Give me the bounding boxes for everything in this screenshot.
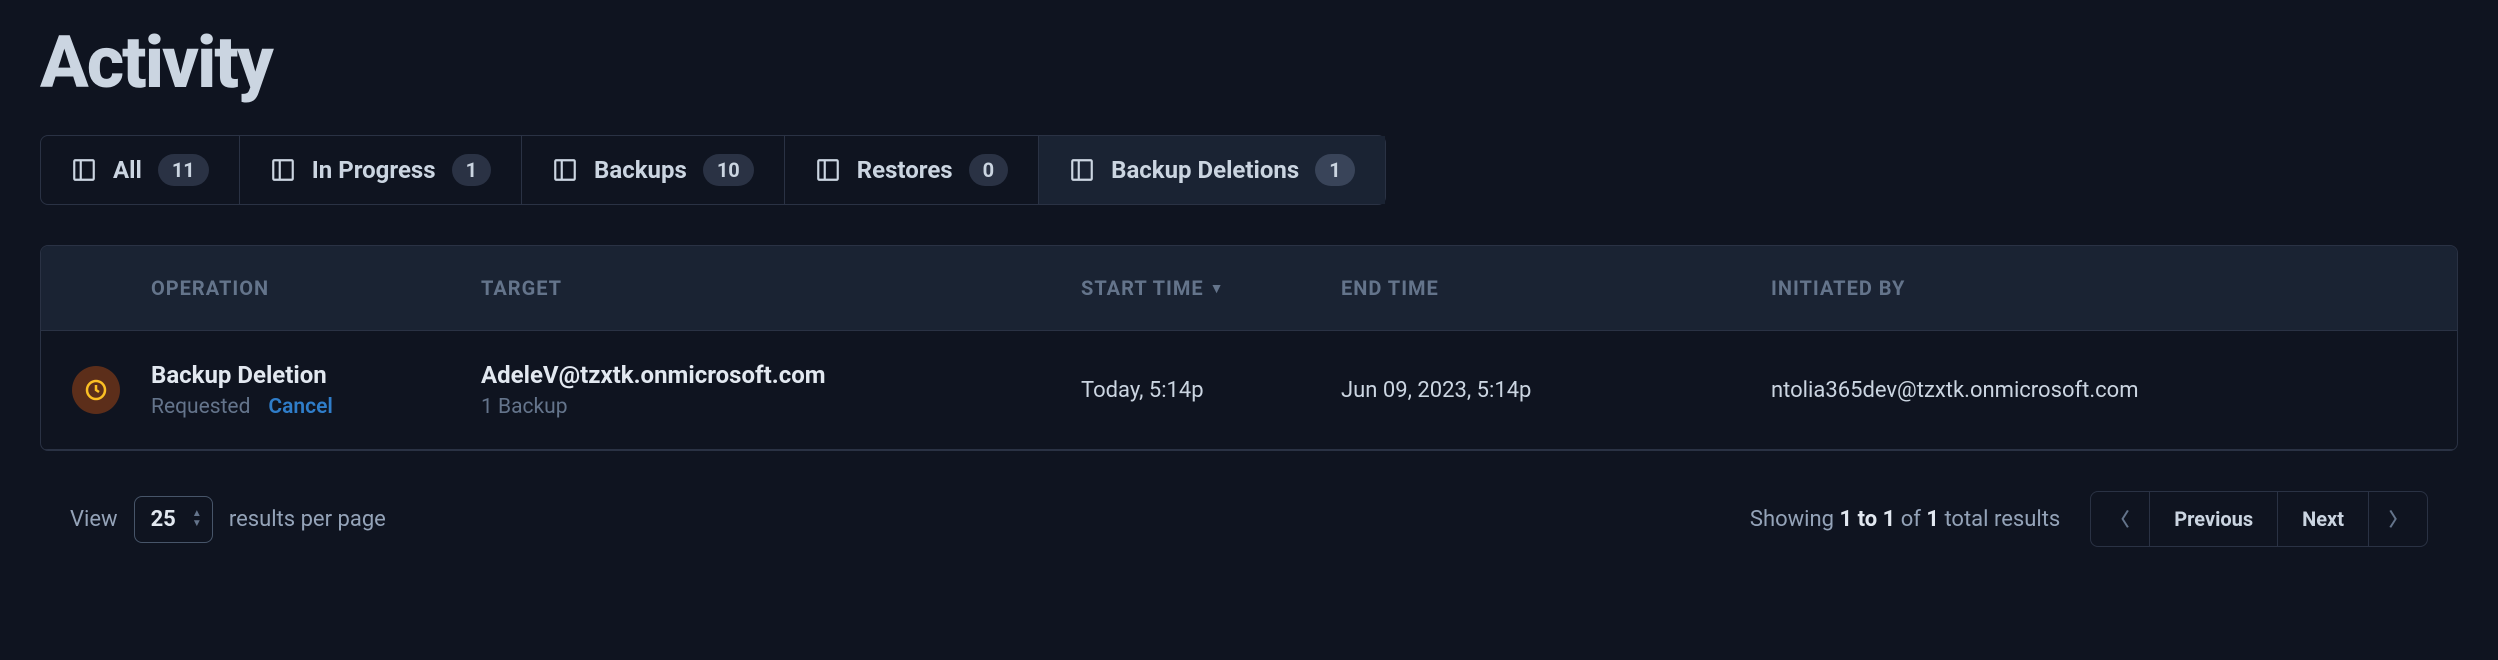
tab-all[interactable]: All 11 (41, 136, 240, 204)
col-end-time[interactable]: END TIME (1341, 276, 1771, 300)
tab-label: In Progress (312, 156, 436, 184)
page-size-value: 25 (151, 507, 176, 532)
next-button[interactable]: Next (2278, 492, 2369, 546)
prev-button[interactable]: Previous (2150, 492, 2278, 546)
tab-badge: 1 (452, 154, 491, 186)
tab-in-progress[interactable]: In Progress 1 (240, 136, 522, 204)
page-title: Activity (40, 20, 2458, 105)
status-icon-cell (41, 366, 151, 414)
target-cell: AdeleV@tzxtk.onmicrosoft.com 1 Backup (481, 361, 1081, 419)
chevron-right-icon: 〉 (2389, 506, 2407, 532)
layout-icon (270, 157, 296, 183)
col-target[interactable]: TARGET (481, 276, 1081, 300)
activity-table: OPERATION TARGET START TIME ▼ END TIME I… (40, 245, 2458, 451)
chevron-left-icon: 〈 (2111, 506, 2129, 532)
cancel-link[interactable]: Cancel (268, 395, 332, 419)
tab-badge: 11 (158, 154, 209, 186)
target-sub: 1 Backup (481, 395, 1081, 419)
end-time-cell: Jun 09, 2023, 5:14p (1341, 378, 1771, 403)
pagination: 〈 Previous Next 〉 (2090, 491, 2428, 547)
results-summary: Showing 1 to 1 of 1 total results (1750, 507, 2060, 532)
start-time-cell: Today, 5:14p (1081, 378, 1341, 403)
layout-icon (1069, 157, 1095, 183)
tab-backups[interactable]: Backups 10 (522, 136, 785, 204)
next-icon-button[interactable]: 〉 (2369, 492, 2427, 546)
layout-icon (552, 157, 578, 183)
tab-badge: 10 (703, 154, 754, 186)
status-pending-icon (72, 366, 120, 414)
table-footer: View 25 ▲▼ results per page Showing 1 to… (40, 491, 2458, 547)
initiated-by-cell: ntolia365dev@tzxtk.onmicrosoft.com (1771, 378, 2457, 403)
table-header: OPERATION TARGET START TIME ▼ END TIME I… (41, 246, 2457, 331)
tab-backup-deletions[interactable]: Backup Deletions 1 (1039, 136, 1385, 204)
col-operation[interactable]: OPERATION (151, 276, 481, 300)
view-controls: View 25 ▲▼ results per page (70, 496, 386, 543)
col-start-time-label: START TIME (1081, 276, 1204, 300)
tab-label: Backups (594, 156, 687, 184)
footer-right: Showing 1 to 1 of 1 total results 〈 Prev… (1750, 491, 2428, 547)
results-per-page-label: results per page (229, 507, 386, 532)
tab-badge: 1 (1315, 154, 1354, 186)
operation-status: Requested (151, 395, 250, 419)
view-label: View (70, 507, 118, 532)
sort-desc-icon: ▼ (1210, 280, 1225, 297)
tab-label: Backup Deletions (1111, 156, 1299, 184)
operation-cell: Backup Deletion Requested Cancel (151, 361, 481, 419)
tab-label: All (113, 156, 142, 184)
col-initiated-by[interactable]: INITIATED BY (1771, 276, 2457, 300)
tab-badge: 0 (969, 154, 1008, 186)
tab-label: Restores (857, 156, 953, 184)
stepper-icon: ▲▼ (192, 509, 202, 529)
operation-name: Backup Deletion (151, 361, 481, 389)
layout-icon (815, 157, 841, 183)
layout-icon (71, 157, 97, 183)
prev-icon-button[interactable]: 〈 (2091, 492, 2150, 546)
table-row[interactable]: Backup Deletion Requested Cancel AdeleV@… (41, 331, 2457, 450)
target-email: AdeleV@tzxtk.onmicrosoft.com (481, 361, 1081, 389)
tab-restores[interactable]: Restores 0 (785, 136, 1039, 204)
tabs-bar: All 11 In Progress 1 Backups 10 Restores… (40, 135, 1386, 205)
col-start-time[interactable]: START TIME ▼ (1081, 276, 1341, 300)
page-size-select[interactable]: 25 ▲▼ (134, 496, 213, 543)
